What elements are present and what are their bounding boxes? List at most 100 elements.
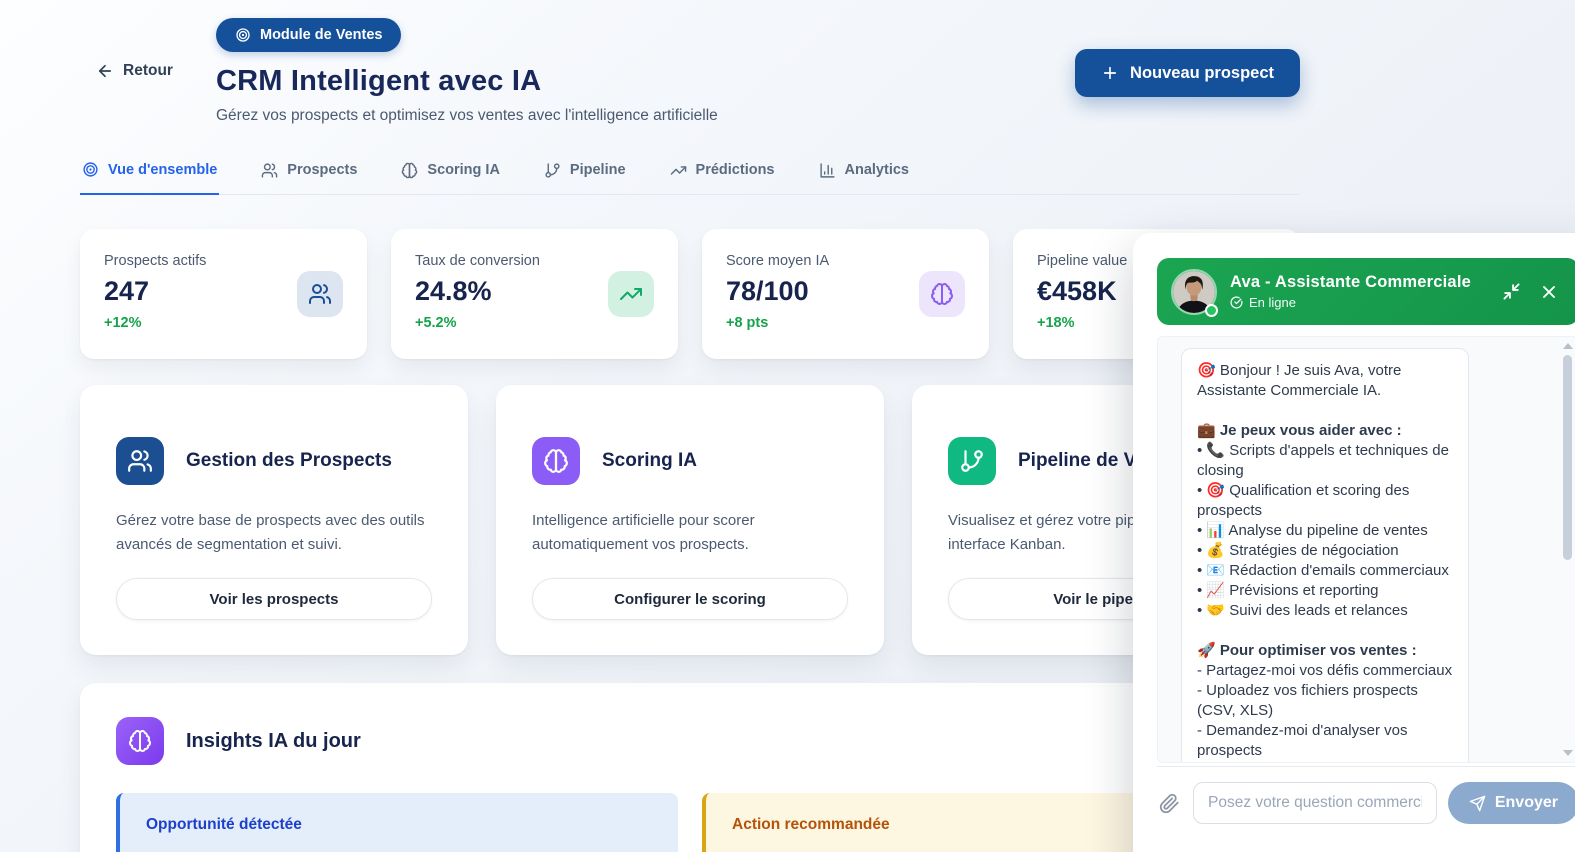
trending-up-icon bbox=[608, 271, 654, 317]
chat-message-line: • 📧 Rédaction d'emails commerciaux bbox=[1197, 561, 1453, 581]
chat-message-line bbox=[1197, 401, 1453, 421]
chat-widget: Ava - Assistante Commerciale En ligne bbox=[1133, 233, 1575, 852]
tab-prospects[interactable]: Prospects bbox=[259, 157, 359, 194]
assistant-message-bubble: 🎯 Bonjour ! Je suis Ava, votre Assistant… bbox=[1181, 348, 1469, 763]
insight-card-opportunite: Opportunité détectée bbox=[116, 793, 678, 852]
git-branch-icon bbox=[948, 437, 996, 485]
stat-card-prospects-actifs: Prospects actifs 247 +12% bbox=[80, 229, 367, 359]
page-subtitle: Gérez vos prospects et optimisez vos ven… bbox=[216, 107, 1300, 125]
users-icon bbox=[297, 271, 343, 317]
minimize-icon bbox=[1502, 282, 1521, 301]
tab-bar: Vue d'ensemble Prospects Scoring IA Pipe… bbox=[80, 157, 1300, 195]
close-icon bbox=[1539, 282, 1559, 302]
chat-message-line: • 🤝 Suivi des leads et relances bbox=[1197, 601, 1453, 621]
chat-message-line: • 📊 Analyse du pipeline de ventes bbox=[1197, 521, 1453, 541]
chat-scrollbar[interactable] bbox=[1560, 337, 1575, 762]
arrow-left-icon bbox=[96, 62, 114, 80]
send-button[interactable]: Envoyer bbox=[1448, 782, 1575, 824]
chat-message-line: - Demandez-moi d'analyser vos prospects bbox=[1197, 721, 1453, 761]
online-status-dot bbox=[1205, 304, 1218, 317]
paperclip-icon bbox=[1159, 793, 1180, 814]
page-header: Retour Module de Ventes CRM Intelligent … bbox=[80, 0, 1300, 125]
module-badge: Module de Ventes bbox=[216, 18, 401, 52]
tab-pipeline[interactable]: Pipeline bbox=[542, 157, 628, 194]
brain-icon bbox=[401, 162, 418, 179]
tab-label: Vue d'ensemble bbox=[108, 162, 217, 178]
chat-message-line: • 🎯 Qualification et scoring des prospec… bbox=[1197, 481, 1453, 521]
feature-description: Gérez votre base de prospects avec des o… bbox=[116, 509, 432, 556]
chat-message-line: - Uploadez vos fichiers prospects (CSV, … bbox=[1197, 681, 1453, 721]
scroll-down-arrow[interactable] bbox=[1563, 750, 1573, 756]
new-prospect-button[interactable]: Nouveau prospect bbox=[1075, 49, 1300, 97]
check-circle-icon bbox=[1230, 296, 1243, 309]
tab-predictions[interactable]: Prédictions bbox=[668, 157, 777, 194]
trending-up-icon bbox=[670, 162, 687, 179]
feature-cards-row: Gestion des Prospects Gérez votre base d… bbox=[80, 385, 1300, 655]
feature-description: Intelligence artificielle pour scorer au… bbox=[532, 509, 848, 556]
module-badge-label: Module de Ventes bbox=[260, 27, 382, 43]
chat-message-line: • 💰 Stratégies de négociation bbox=[1197, 541, 1453, 561]
close-chat-button[interactable] bbox=[1537, 280, 1561, 304]
chat-message-line bbox=[1197, 621, 1453, 641]
feature-title: Scoring IA bbox=[602, 450, 697, 472]
voir-les-prospects-button[interactable]: Voir les prospects bbox=[116, 578, 432, 620]
tab-label: Scoring IA bbox=[427, 162, 500, 178]
target-icon bbox=[235, 27, 251, 43]
bar-chart-icon bbox=[819, 162, 836, 179]
stat-delta: +5.2% bbox=[415, 315, 654, 331]
feature-card-scoring-ia: Scoring IA Intelligence artificielle pou… bbox=[496, 385, 884, 655]
minimize-chat-button[interactable] bbox=[1500, 280, 1523, 303]
scroll-up-arrow[interactable] bbox=[1563, 343, 1573, 349]
plus-icon bbox=[1101, 64, 1119, 82]
chat-message-line: 🚀 Pour optimiser vos ventes : bbox=[1197, 641, 1453, 661]
new-prospect-label: Nouveau prospect bbox=[1130, 64, 1274, 83]
brain-icon bbox=[919, 271, 965, 317]
chat-messages-area[interactable]: 🎯 Bonjour ! Je suis Ava, votre Assistant… bbox=[1157, 336, 1575, 763]
stats-row: Prospects actifs 247 +12% Taux de conver… bbox=[80, 229, 1300, 359]
tab-vue-densemble[interactable]: Vue d'ensemble bbox=[80, 157, 219, 195]
send-label: Envoyer bbox=[1495, 794, 1558, 812]
tab-label: Prospects bbox=[287, 162, 357, 178]
chat-input-row: Envoyer bbox=[1157, 766, 1575, 824]
back-label: Retour bbox=[123, 62, 173, 80]
feature-card-gestion-prospects: Gestion des Prospects Gérez votre base d… bbox=[80, 385, 468, 655]
send-icon bbox=[1469, 795, 1486, 812]
git-branch-icon bbox=[544, 162, 561, 179]
chat-message-line: • 📈 Prévisions et reporting bbox=[1197, 581, 1453, 601]
tab-label: Pipeline bbox=[570, 162, 626, 178]
chat-status-label: En ligne bbox=[1249, 295, 1296, 310]
feature-title: Gestion des Prospects bbox=[186, 450, 392, 472]
insights-section: Insights IA du jour Opportunité détectée… bbox=[80, 683, 1300, 852]
chat-message-line: - Partagez-moi vos défis commerciaux bbox=[1197, 661, 1453, 681]
target-icon bbox=[82, 161, 99, 178]
insights-title: Insights IA du jour bbox=[186, 730, 361, 753]
stat-delta: +8 pts bbox=[726, 315, 965, 331]
users-icon bbox=[261, 162, 278, 179]
stat-label: Score moyen IA bbox=[726, 253, 965, 269]
tab-analytics[interactable]: Analytics bbox=[817, 157, 911, 194]
attach-file-button[interactable] bbox=[1157, 791, 1182, 816]
chat-message-line: • 📞 Scripts d'appels et techniques de cl… bbox=[1197, 441, 1453, 481]
main-content: Retour Module de Ventes CRM Intelligent … bbox=[80, 0, 1300, 852]
stat-label: Prospects actifs bbox=[104, 253, 343, 269]
tab-scoring-ia[interactable]: Scoring IA bbox=[399, 157, 502, 194]
stat-label: Taux de conversion bbox=[415, 253, 654, 269]
tab-label: Prédictions bbox=[696, 162, 775, 178]
brain-icon bbox=[532, 437, 580, 485]
avatar bbox=[1171, 269, 1217, 315]
tab-label: Analytics bbox=[845, 162, 909, 178]
insight-card-title: Opportunité détectée bbox=[146, 816, 652, 834]
configurer-le-scoring-button[interactable]: Configurer le scoring bbox=[532, 578, 848, 620]
chat-header: Ava - Assistante Commerciale En ligne bbox=[1157, 258, 1575, 325]
scrollbar-thumb[interactable] bbox=[1563, 355, 1572, 560]
chat-message-line: 🎯 Bonjour ! Je suis Ava, votre Assistant… bbox=[1197, 361, 1453, 401]
brain-icon bbox=[116, 717, 164, 765]
users-icon bbox=[116, 437, 164, 485]
chat-assistant-name: Ava - Assistante Commerciale bbox=[1230, 273, 1483, 292]
stat-card-score-moyen-ia: Score moyen IA 78/100 +8 pts bbox=[702, 229, 989, 359]
stat-delta: +12% bbox=[104, 315, 343, 331]
stat-card-taux-conversion: Taux de conversion 24.8% +5.2% bbox=[391, 229, 678, 359]
chat-message-input[interactable] bbox=[1193, 782, 1437, 824]
chat-message-line: 💼 Je peux vous aider avec : bbox=[1197, 421, 1453, 441]
back-button[interactable]: Retour bbox=[96, 62, 173, 80]
